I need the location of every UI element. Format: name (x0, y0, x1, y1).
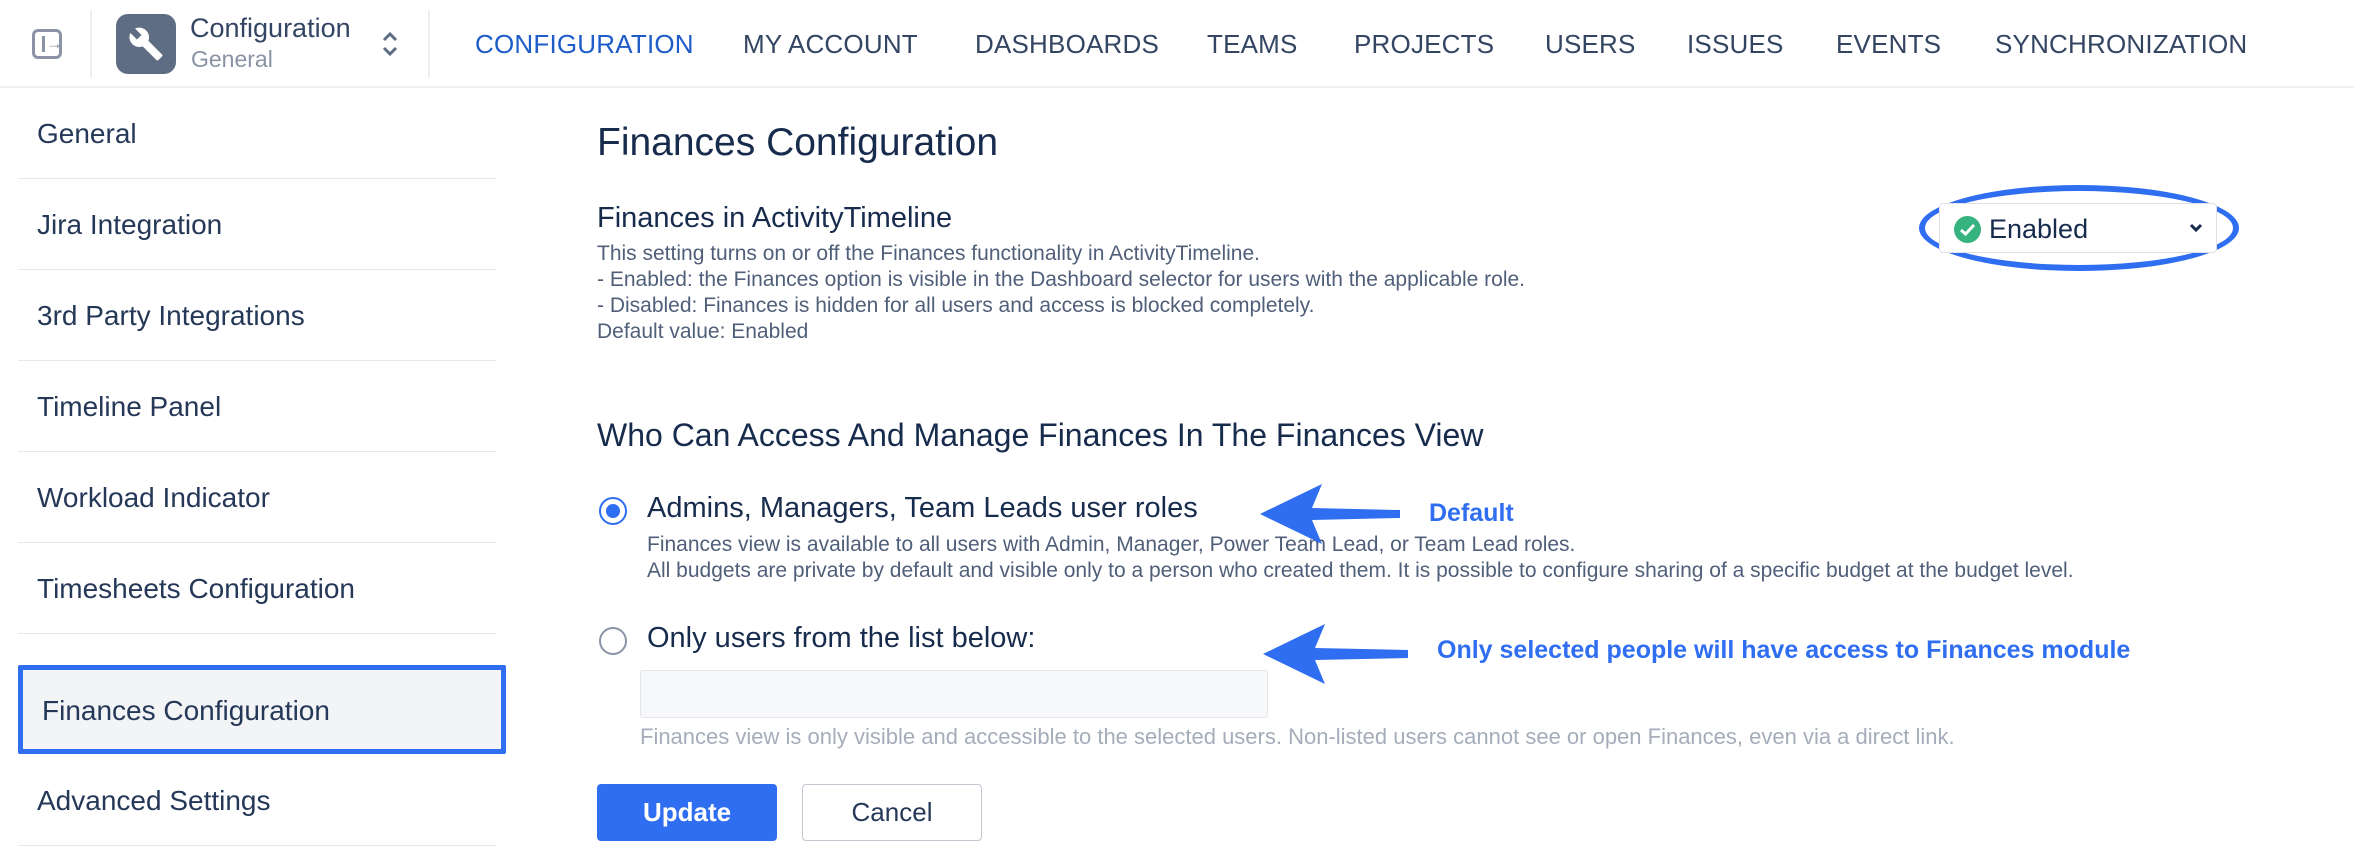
app-subtitle[interactable]: General (191, 46, 273, 73)
sidebar-item-label: Timesheets Configuration (37, 573, 356, 604)
nav-events[interactable]: EVENTS (1836, 29, 1941, 60)
users-hint: Finances view is only visible and access… (640, 724, 1955, 749)
sidebar-item-label: Finances Configuration (42, 695, 330, 726)
sidebar-item-workload-indicator[interactable]: Workload Indicator (18, 452, 496, 543)
radio-admins-managers[interactable] (599, 497, 627, 525)
nav-issues[interactable]: ISSUES (1687, 29, 1784, 60)
update-button[interactable]: Update (597, 784, 777, 841)
sidebar-item-label: Timeline Panel (37, 391, 222, 422)
sidebar-item-general[interactable]: General (18, 88, 496, 179)
app-title[interactable]: Configuration (190, 13, 351, 44)
sidebar-item-advanced-settings[interactable]: Advanced Settings (18, 755, 496, 846)
divider (428, 10, 430, 78)
annotation-arrow-icon (1260, 484, 1400, 544)
setting-description: Default value: Enabled (597, 320, 809, 343)
setting-description: - Enabled: the Finances option is visibl… (597, 268, 1526, 291)
nav-projects[interactable]: PROJECTS (1354, 29, 1494, 60)
annotation-selected-people: Only selected people will have access to… (1437, 636, 2131, 664)
collapse-sidebar-icon[interactable]: → (32, 29, 63, 59)
main-content: Finances Configuration Finances in Activ… (597, 88, 2354, 860)
cancel-button[interactable]: Cancel (802, 784, 982, 841)
annotation-default: Default (1429, 499, 1514, 527)
switcher-chevron-icon[interactable] (380, 28, 400, 60)
sidebar-item-label: Workload Indicator (37, 482, 270, 513)
sidebar-item-timeline-panel[interactable]: Timeline Panel (18, 361, 496, 452)
nav-users[interactable]: USERS (1545, 29, 1636, 60)
option-description: Finances view is available to all users … (647, 533, 1576, 556)
page-title: Finances Configuration (597, 121, 999, 164)
annotation-arrow-icon (1263, 624, 1408, 684)
users-select-input[interactable] (640, 670, 1268, 718)
sidebar-item-label: Jira Integration (37, 209, 223, 240)
check-circle-icon (1954, 216, 1981, 243)
divider (90, 10, 92, 78)
setting-description: - Disabled: Finances is hidden for all u… (597, 294, 1315, 317)
option-description: All budgets are private by default and v… (647, 559, 2074, 582)
select-value: Enabled (1989, 214, 2089, 244)
chevron-down-icon (2189, 223, 2203, 233)
sidebar-item-3rd-party-integrations[interactable]: 3rd Party Integrations (18, 270, 496, 361)
nav-teams[interactable]: TEAMS (1207, 29, 1298, 60)
finances-enabled-select[interactable]: Enabled (1939, 203, 2217, 253)
top-bar: → Configuration General CONFIGURATION MY… (0, 0, 2354, 88)
sidebar: General Jira Integration 3rd Party Integ… (0, 88, 520, 860)
nav-dashboards[interactable]: DASHBOARDS (975, 29, 1159, 60)
nav-configuration[interactable]: CONFIGURATION (475, 29, 694, 60)
nav-my-account[interactable]: MY ACCOUNT (743, 29, 918, 60)
sidebar-item-label: 3rd Party Integrations (37, 300, 305, 331)
sidebar-item-finances-configuration[interactable]: Finances Configuration (18, 665, 506, 754)
wrench-icon (116, 14, 176, 74)
sidebar-item-label: General (37, 118, 137, 149)
radio-only-listed-users[interactable] (599, 627, 627, 655)
setting-description: This setting turns on or off the Finance… (597, 242, 1260, 265)
sidebar-item-jira-integration[interactable]: Jira Integration (18, 179, 496, 270)
sidebar-item-timesheets-configuration[interactable]: Timesheets Configuration (18, 543, 496, 634)
section-title: Who Can Access And Manage Finances In Th… (597, 417, 1484, 453)
setting-title: Finances in ActivityTimeline (597, 202, 953, 234)
nav-synchronization[interactable]: SYNCHRONIZATION (1995, 29, 2247, 60)
option-label-only-users[interactable]: Only users from the list below: (647, 622, 1035, 655)
option-label-admins[interactable]: Admins, Managers, Team Leads user roles (647, 492, 1198, 525)
sidebar-item-label: Advanced Settings (37, 785, 271, 816)
